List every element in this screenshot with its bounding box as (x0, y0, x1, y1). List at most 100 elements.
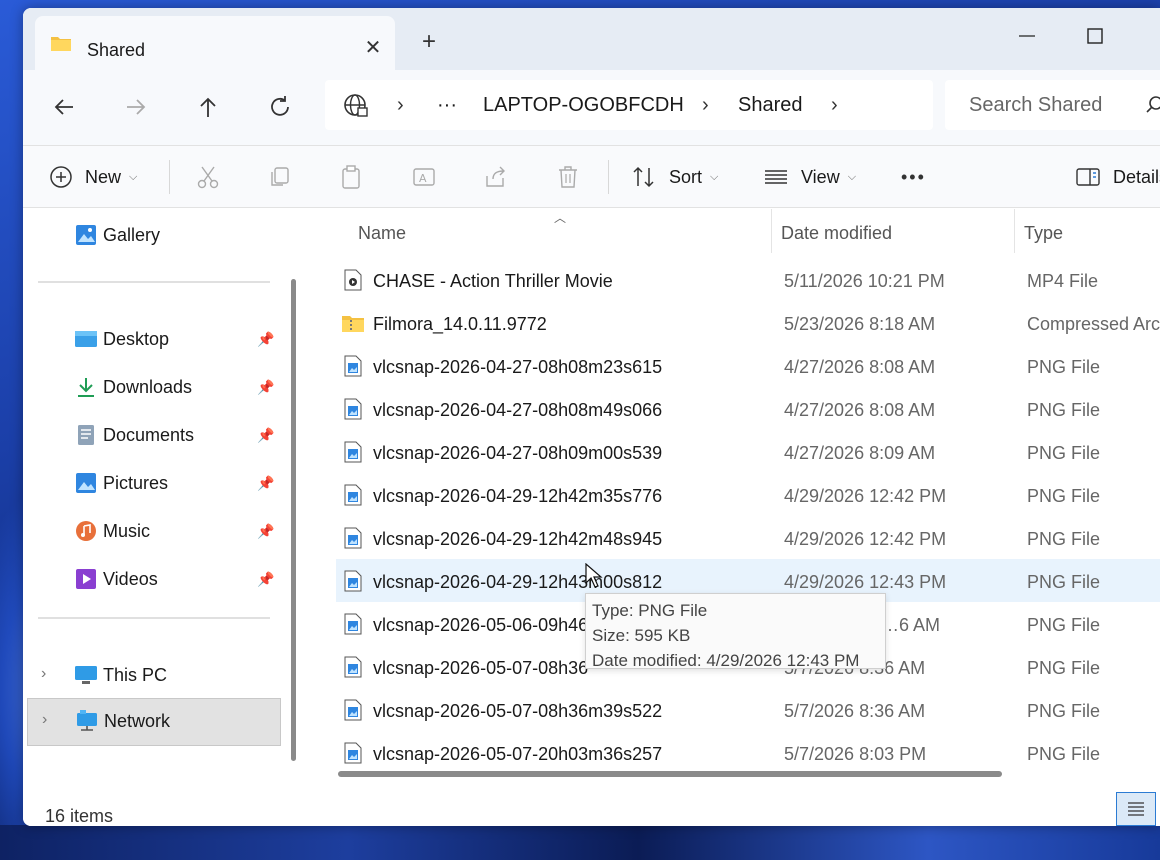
sidebar-item-documents[interactable]: Documents 📌 (27, 413, 281, 457)
column-header-name[interactable]: Name (358, 223, 406, 243)
horizontal-scrollbar[interactable] (338, 771, 1002, 777)
more-options-button[interactable]: ••• (901, 162, 926, 192)
sidebar-item-label: Pictures (103, 473, 169, 493)
command-divider (608, 160, 609, 194)
chevron-right-icon[interactable]: › (42, 711, 47, 729)
column-header-type[interactable]: Type (1024, 223, 1063, 243)
tab-shared[interactable]: Shared ✕ (35, 16, 395, 70)
pin-icon[interactable]: 📌 (257, 379, 274, 395)
file-info-tooltip: Type: PNG File Size: 595 KB Date modifie… (585, 593, 886, 670)
details-view-button[interactable] (1116, 792, 1156, 826)
command-divider (169, 160, 170, 194)
column-divider[interactable] (771, 209, 772, 253)
sidebar-item-downloads[interactable]: Downloads 📌 (27, 365, 281, 409)
back-arrow-icon[interactable] (49, 92, 79, 122)
item-count: 16 items (45, 806, 114, 826)
file-name: Filmora_14.0.11.9772 (373, 314, 547, 334)
refresh-icon[interactable] (265, 92, 295, 122)
file-row[interactable]: vlcsnap-2026-04-27-08h09m00s539 4/27/202… (336, 430, 1160, 473)
status-bar: 16 items (23, 786, 1160, 826)
sidebar-item-network[interactable]: › Network (27, 698, 281, 746)
file-type: PNG File (1027, 701, 1101, 721)
png-file-icon (344, 699, 362, 721)
file-type: PNG File (1027, 357, 1101, 377)
search-icon[interactable] (1145, 94, 1160, 114)
copy-icon[interactable] (267, 164, 293, 190)
paste-icon[interactable] (339, 164, 365, 190)
file-row[interactable]: vlcsnap-2026-04-27-08h08m23s615 4/27/202… (336, 344, 1160, 387)
pin-icon[interactable]: 📌 (257, 427, 274, 443)
pin-icon[interactable]: 📌 (257, 331, 274, 347)
view-button[interactable]: View ⌵ (763, 162, 856, 192)
details-pane-button[interactable]: Details (1075, 162, 1160, 192)
breadcrumb-shared[interactable]: Shared (738, 94, 803, 116)
details-view-icon (1128, 802, 1144, 816)
sidebar-item-videos[interactable]: Videos 📌 (27, 557, 281, 601)
new-button[interactable]: New ⌵ (49, 162, 137, 192)
network-icon (77, 710, 97, 731)
close-tab-icon[interactable]: ✕ (363, 38, 383, 58)
sidebar-item-desktop[interactable]: Desktop 📌 (27, 317, 281, 361)
plus-circle-icon (50, 166, 72, 188)
breadcrumb-chevron-icon[interactable]: › (397, 94, 404, 116)
file-row[interactable]: vlcsnap-2026-05-07-20h03m36s257 5/7/2026… (336, 731, 1160, 766)
chevron-down-icon: ⌵ (129, 170, 138, 183)
navigation-bar: › ··· LAPTOP-OGOBFCDH › Shared › Search … (23, 70, 1160, 146)
breadcrumb-computer[interactable]: LAPTOP-OGOBFCDH (483, 94, 684, 116)
png-file-icon (344, 441, 362, 463)
file-row[interactable]: vlcsnap-2026-05-07-08h36m39s522 5/7/2026… (336, 688, 1160, 731)
chevron-right-icon[interactable]: › (41, 665, 46, 683)
maximize-icon[interactable] (1081, 24, 1109, 48)
file-row[interactable]: vlcsnap-2026-04-27-08h08m49s066 4/27/202… (336, 387, 1160, 430)
pin-icon[interactable]: 📌 (257, 475, 274, 491)
delete-icon[interactable] (555, 164, 581, 190)
chevron-down-icon: ⌵ (710, 170, 719, 183)
up-arrow-icon[interactable] (193, 92, 223, 122)
svg-text:A: A (419, 172, 427, 185)
sidebar-item-label: Documents (103, 425, 195, 445)
png-file-icon (344, 613, 362, 635)
sidebar-item-gallery[interactable]: Gallery (27, 213, 281, 257)
sort-ascending-icon: ︿ (554, 211, 567, 225)
pin-icon[interactable]: 📌 (257, 571, 274, 587)
tab-title: Shared (87, 40, 146, 60)
file-row[interactable]: vlcsnap-2026-04-29-12h42m48s945 4/29/202… (336, 516, 1160, 559)
minimize-icon[interactable] (1013, 24, 1041, 48)
file-date: 5/11/2026 10:21 PM (784, 271, 945, 291)
file-row[interactable]: CHASE - Action Thriller Movie 5/11/2026 … (336, 258, 1160, 301)
search-box[interactable]: Search Shared (945, 80, 1160, 130)
column-divider[interactable] (1014, 209, 1015, 253)
file-type: PNG File (1027, 486, 1101, 506)
pin-icon[interactable]: 📌 (257, 523, 274, 539)
details-pane-icon (1076, 168, 1100, 186)
title-bar: Shared ✕ + (23, 8, 1160, 70)
column-header-date[interactable]: Date modified (781, 223, 892, 243)
sidebar-item-pictures[interactable]: Pictures 📌 (27, 461, 281, 505)
file-date: 4/27/2026 8:08 AM (784, 400, 936, 420)
share-icon[interactable] (483, 164, 509, 190)
cut-icon[interactable] (195, 164, 221, 190)
sidebar-scrollbar[interactable] (291, 279, 296, 761)
file-row[interactable]: Filmora_14.0.11.9772 5/23/2026 8:18 AM C… (336, 301, 1160, 344)
file-name: vlcsnap-2026-04-29-12h42m48s945 (373, 529, 663, 549)
sort-button[interactable]: Sort ⌵ (631, 162, 718, 192)
sidebar-item-this-pc[interactable]: › This PC (27, 653, 281, 697)
tooltip-type: Type: PNG File (592, 601, 708, 620)
file-type: Compressed Archive (1027, 314, 1160, 334)
png-file-icon (344, 398, 362, 420)
file-date: 4/29/2026 12:43 PM (784, 572, 947, 592)
file-name: vlcsnap-2026-05-07-08h36 (373, 658, 589, 678)
forward-arrow-icon[interactable] (121, 92, 151, 122)
address-bar[interactable]: › ··· LAPTOP-OGOBFCDH › Shared › (325, 80, 933, 130)
sidebar-item-music[interactable]: Music 📌 (27, 509, 281, 553)
breadcrumb-overflow[interactable]: ··· (437, 94, 457, 116)
new-tab-button[interactable]: + (417, 30, 441, 54)
sidebar-divider (38, 281, 270, 283)
view-label: View (801, 166, 840, 187)
breadcrumb-chevron-icon[interactable]: › (702, 94, 709, 116)
breadcrumb-chevron-icon[interactable]: › (831, 94, 838, 116)
sort-label: Sort (669, 166, 703, 187)
rename-icon[interactable]: A (411, 164, 437, 190)
file-row[interactable]: vlcsnap-2026-04-29-12h42m35s776 4/29/202… (336, 473, 1160, 516)
this-pc-icon (75, 666, 97, 684)
